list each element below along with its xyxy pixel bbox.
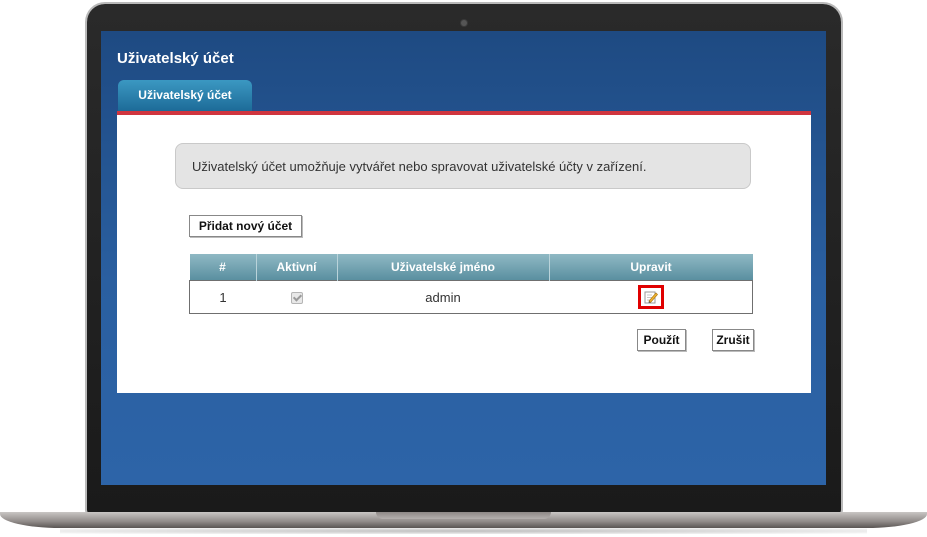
table-header-row: # Aktivní Uživatelské jméno Upravit [189,254,753,281]
users-table: # Aktivní Uživatelské jméno Upravit 1 ad… [189,254,753,314]
col-header-active: Aktivní [256,254,338,281]
edit-icon [644,291,658,304]
apply-button[interactable]: Použít [637,329,686,351]
webcam [461,20,467,26]
col-header-edit: Upravit [549,254,753,281]
tab-user-account[interactable]: Uživatelský účet [118,80,252,111]
add-account-button[interactable]: Přidat nový účet [189,215,302,237]
cancel-button[interactable]: Zrušit [712,329,754,351]
edit-button[interactable] [637,285,664,309]
row-active-cell [256,280,337,314]
table-row: 1 admin [189,280,753,314]
row-index: 1 [189,280,256,314]
laptop-shadow [60,528,867,534]
col-header-index: # [189,254,257,281]
row-edit-cell [549,280,753,314]
active-checkbox[interactable] [290,292,303,305]
col-header-username: Uživatelské jméno [337,254,550,281]
main-panel: Uživatelský účet umožňuje vytvářet nebo … [117,115,811,393]
info-box: Uživatelský účet umožňuje vytvářet nebo … [175,143,751,189]
screen: Uživatelský účet Uživatelský účet Uživat… [101,31,826,485]
laptop-hinge-notch [376,512,551,519]
row-username: admin [337,280,549,314]
page-title: Uživatelský účet [117,50,234,67]
